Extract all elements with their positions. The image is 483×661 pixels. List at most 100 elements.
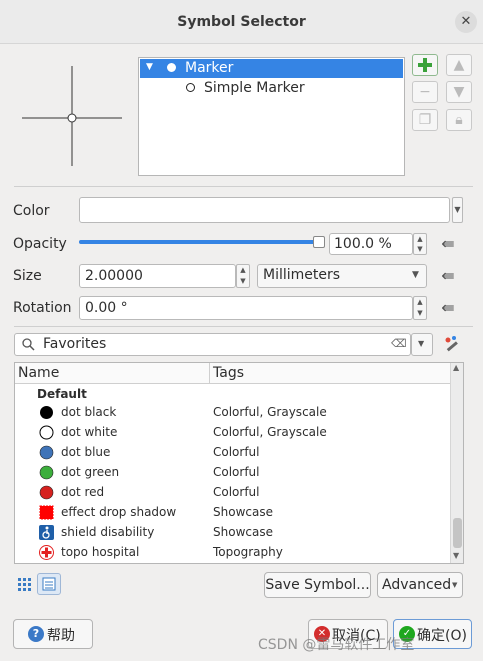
drop-shadow-icon xyxy=(39,505,54,520)
list-view-button[interactable] xyxy=(37,573,61,595)
column-header-name[interactable]: Name xyxy=(18,365,59,381)
symbol-tags: Colorful xyxy=(213,465,260,479)
symbol-tags: Showcase xyxy=(213,525,273,539)
expand-arrow-icon[interactable]: ▼ xyxy=(146,62,153,72)
tree-item-simple-marker[interactable]: Simple Marker xyxy=(139,79,402,98)
help-icon: ? xyxy=(28,626,44,642)
slider-handle[interactable] xyxy=(313,236,325,248)
data-defined-override-icon[interactable]: ⇚ xyxy=(438,234,458,254)
size-input[interactable]: 2.00000 xyxy=(79,264,236,288)
column-header-tags[interactable]: Tags xyxy=(213,365,244,381)
marker-dot-icon xyxy=(167,63,176,72)
divider xyxy=(14,326,473,327)
chevron-down-icon: ▼ xyxy=(452,581,458,589)
symbol-name: shield disability xyxy=(61,525,155,539)
table-header: Name Tags xyxy=(15,363,463,384)
symbol-name: dot blue xyxy=(61,445,111,459)
size-spinner[interactable]: ▲ ▼ xyxy=(236,264,250,288)
table-row[interactable]: topo hospital Topography xyxy=(15,542,449,562)
vertical-scrollbar[interactable]: ▲ ▼ xyxy=(450,363,463,563)
move-up-button[interactable]: ▲ xyxy=(446,54,472,76)
chevron-down-icon: ▼ xyxy=(412,270,419,280)
table-row[interactable]: dot blue Colorful xyxy=(15,442,449,462)
rotation-label: Rotation xyxy=(13,300,72,316)
symbol-name: dot black xyxy=(61,405,117,419)
wheelchair-icon xyxy=(39,525,54,540)
chevron-down-icon: ▼ xyxy=(418,339,425,348)
symbol-tags: Colorful, Grayscale xyxy=(213,405,327,419)
symbol-name: topo hospital xyxy=(61,545,140,559)
symbol-layer-tree[interactable]: ▼ Marker Simple Marker xyxy=(138,57,405,176)
dot-blue-icon xyxy=(39,445,54,460)
dot-red-icon xyxy=(39,485,54,500)
table-row[interactable]: dot black Colorful, Grayscale xyxy=(15,402,449,422)
style-manager-button[interactable] xyxy=(443,335,461,353)
size-value: 2.00000 xyxy=(85,268,143,284)
icon-view-button[interactable] xyxy=(16,575,34,593)
color-dropdown-arrow-icon[interactable]: ▼ xyxy=(452,197,463,223)
remove-layer-icon: − xyxy=(419,84,431,100)
help-button[interactable]: ? 帮助 xyxy=(13,619,93,649)
table-row[interactable]: dot red Colorful xyxy=(15,482,449,502)
marker-dot-icon xyxy=(186,83,195,92)
hospital-cross-icon xyxy=(39,545,54,560)
symbol-preview xyxy=(14,58,130,176)
tree-item-label: Marker xyxy=(185,60,234,76)
search-filter-dropdown[interactable]: ▼ xyxy=(411,333,433,356)
clear-text-icon[interactable]: ⌫ xyxy=(391,337,407,350)
symbol-name: dot red xyxy=(61,485,105,499)
dot-black-icon xyxy=(40,406,53,419)
data-defined-override-icon[interactable]: ⇚ xyxy=(438,266,458,286)
symbol-name: dot green xyxy=(61,465,120,479)
data-defined-override-icon[interactable]: ⇚ xyxy=(438,298,458,318)
opacity-value: 100.0 % xyxy=(334,236,392,252)
move-down-button[interactable]: ▼ xyxy=(446,81,472,103)
move-up-icon: ▲ xyxy=(453,57,465,73)
scrollbar-thumb[interactable] xyxy=(453,518,462,548)
symbol-tags: Colorful xyxy=(213,485,260,499)
help-label: 帮助 xyxy=(47,628,75,644)
size-unit-value: Millimeters xyxy=(263,267,341,283)
advanced-button[interactable]: Advanced ▼ xyxy=(377,572,463,598)
symbol-name: dot white xyxy=(61,425,118,439)
list-view-icon xyxy=(42,577,56,591)
lock-layer-button[interactable]: 🔒︎ xyxy=(446,109,472,131)
move-down-icon: ▼ xyxy=(453,84,465,100)
lock-icon: 🔒︎ xyxy=(455,112,463,128)
symbol-library-table[interactable]: Name Tags Default dot black Colorful, Gr… xyxy=(14,362,464,564)
color-label: Color xyxy=(13,203,50,219)
dialog-title: Symbol Selector xyxy=(177,14,306,30)
slider-fill xyxy=(79,240,319,244)
close-button[interactable]: ✕ xyxy=(455,11,477,33)
crosshair-marker-icon xyxy=(22,66,122,166)
duplicate-layer-button[interactable]: ❐ xyxy=(412,109,438,131)
remove-layer-button[interactable]: − xyxy=(412,81,438,103)
symbol-search-input[interactable]: Favorites ⌫ xyxy=(14,333,411,356)
rotation-value: 0.00 ° xyxy=(85,300,128,316)
table-row[interactable]: effect drop shadow Showcase xyxy=(15,502,449,522)
save-symbol-button[interactable]: Save Symbol... xyxy=(264,572,371,598)
style-manager-icon xyxy=(445,336,458,352)
size-unit-select[interactable]: Millimeters ▼ xyxy=(257,264,427,288)
rotation-input[interactable]: 0.00 ° xyxy=(79,296,413,320)
tree-item-marker[interactable]: ▼ Marker xyxy=(140,59,403,78)
opacity-label: Opacity xyxy=(13,236,67,252)
add-layer-button[interactable] xyxy=(412,54,438,76)
table-row[interactable]: dot green Colorful xyxy=(15,462,449,482)
advanced-label: Advanced xyxy=(382,577,452,593)
symbol-tags: Colorful xyxy=(213,445,260,459)
table-row[interactable]: dot white Colorful, Grayscale xyxy=(15,422,449,442)
color-swatch-button[interactable] xyxy=(79,197,450,223)
table-row[interactable]: shield disability Showcase xyxy=(15,522,449,542)
duplicate-layer-icon: ❐ xyxy=(418,112,432,128)
scroll-up-icon[interactable]: ▲ xyxy=(453,363,459,372)
rotation-spinner[interactable]: ▲ ▼ xyxy=(413,296,427,320)
divider xyxy=(14,186,473,187)
search-icon xyxy=(22,338,35,351)
opacity-input[interactable]: 100.0 % xyxy=(329,233,413,255)
scroll-down-icon[interactable]: ▼ xyxy=(453,551,459,560)
add-layer-icon xyxy=(418,58,432,72)
opacity-spinner[interactable]: ▲ ▼ xyxy=(413,233,427,255)
opacity-slider[interactable] xyxy=(79,236,325,248)
dot-green-icon xyxy=(39,465,54,480)
